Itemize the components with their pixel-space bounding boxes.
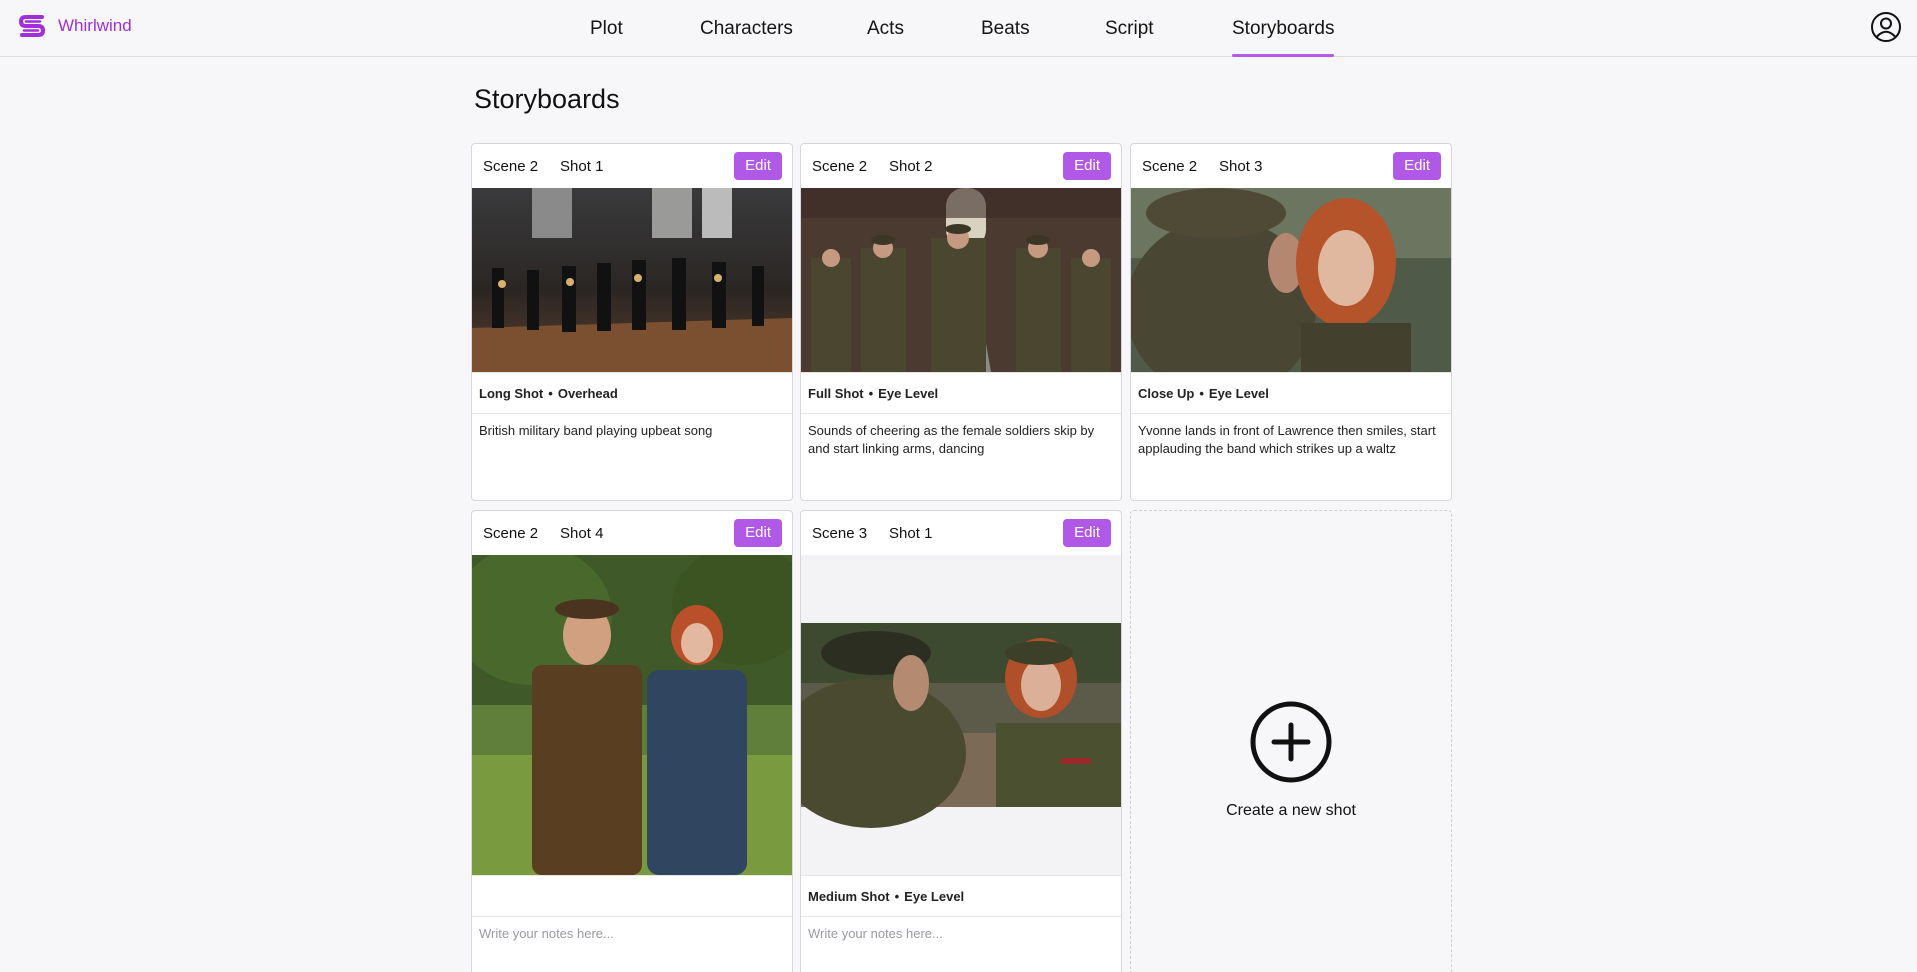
scene-label: Scene 2 xyxy=(483,157,539,175)
user-account-icon[interactable] xyxy=(1870,11,1902,43)
shot-notes[interactable]: British military band playing upbeat son… xyxy=(472,414,792,448)
whirlwind-logo-icon xyxy=(18,15,46,37)
plus-circle-icon xyxy=(1250,701,1332,783)
edit-button[interactable]: Edit xyxy=(734,152,782,180)
card-header: Scene 2 Shot 2 Edit xyxy=(801,144,1121,188)
shot-label: Shot 4 xyxy=(560,524,604,542)
card-header: Scene 2 Shot 4 Edit xyxy=(472,511,792,555)
shot-notes[interactable]: Yvonne lands in front of Lawrence then s… xyxy=(1131,414,1451,466)
camera-angle: Eye Level xyxy=(904,888,965,904)
meta-separator: • xyxy=(548,385,553,401)
shot-notes-input[interactable]: Write your notes here... xyxy=(801,917,1121,951)
shot-image[interactable] xyxy=(801,555,1121,875)
card-header: Scene 2 Shot 3 Edit xyxy=(1131,144,1451,188)
shot-type-angle: Full Shot • Eye Level xyxy=(801,372,1121,414)
shot-label: Shot 1 xyxy=(560,157,604,175)
nav-plot[interactable]: Plot xyxy=(590,0,623,57)
camera-angle: Eye Level xyxy=(878,385,939,401)
scene-label: Scene 2 xyxy=(1142,157,1198,175)
scene-label: Scene 2 xyxy=(812,157,868,175)
storyboard-card: Scene 2 Shot 3 Edit Close Up • Eye Level… xyxy=(1130,143,1452,501)
app-name: Whirlwind xyxy=(58,16,132,35)
shot-type-angle: Close Up • Eye Level xyxy=(1131,372,1451,414)
shot-type-angle: Medium Shot • Eye Level xyxy=(801,875,1121,917)
shot-type: Long Shot xyxy=(479,385,544,401)
page-title: Storyboards xyxy=(474,84,620,114)
camera-angle: Overhead xyxy=(557,385,618,401)
shot-notes-input[interactable]: Write your notes here... xyxy=(472,917,792,951)
nav-beats[interactable]: Beats xyxy=(981,0,1030,57)
meta-separator: • xyxy=(1199,385,1204,401)
shot-type: Medium Shot xyxy=(808,888,890,904)
storyboard-card: Scene 3 Shot 1 Edit Medium Shot • Eye Le… xyxy=(800,510,1122,972)
nav-characters[interactable]: Characters xyxy=(700,0,793,57)
top-navigation-bar: Whirlwind Plot Characters Acts Beats Scr… xyxy=(0,0,1917,57)
card-header: Scene 2 Shot 1 Edit xyxy=(472,144,792,188)
storyboard-card: Scene 2 Shot 1 Edit Long Shot • Overhead… xyxy=(471,143,793,501)
shot-label: Shot 3 xyxy=(1219,157,1263,175)
shot-type-angle: Long Shot • Overhead xyxy=(472,372,792,414)
shot-notes[interactable]: Sounds of cheering as the female soldier… xyxy=(801,414,1121,466)
shot-type: Full Shot xyxy=(808,385,864,401)
shot-image[interactable] xyxy=(801,188,1121,372)
nav-acts[interactable]: Acts xyxy=(867,0,904,57)
create-new-shot-label: Create a new shot xyxy=(1226,802,1356,819)
scene-label: Scene 2 xyxy=(483,524,539,542)
edit-button[interactable]: Edit xyxy=(1393,152,1441,180)
meta-separator: • xyxy=(868,385,874,401)
shot-type-angle xyxy=(472,875,792,917)
edit-button[interactable]: Edit xyxy=(734,519,782,547)
nav-storyboards[interactable]: Storyboards xyxy=(1232,0,1335,57)
shot-image[interactable] xyxy=(472,555,792,875)
shot-type: Close Up xyxy=(1138,385,1195,401)
edit-button[interactable]: Edit xyxy=(1063,152,1111,180)
shot-image[interactable] xyxy=(472,188,792,372)
card-header: Scene 3 Shot 1 Edit xyxy=(801,511,1121,555)
app-logo[interactable]: Whirlwind xyxy=(18,14,132,38)
shot-image[interactable] xyxy=(1131,188,1451,372)
create-new-shot-card[interactable]: Create a new shot xyxy=(1130,510,1452,972)
storyboard-card: Scene 2 Shot 4 Edit Write your notes her… xyxy=(471,510,793,972)
storyboard-card: Scene 2 Shot 2 Edit Full Shot • Eye Leve… xyxy=(800,143,1122,501)
camera-angle: Eye Level xyxy=(1208,385,1269,401)
scene-label: Scene 3 xyxy=(812,524,868,542)
shot-label: Shot 1 xyxy=(889,524,933,542)
shot-label: Shot 2 xyxy=(889,157,933,175)
edit-button[interactable]: Edit xyxy=(1063,519,1111,547)
meta-separator: • xyxy=(894,888,900,904)
nav-script[interactable]: Script xyxy=(1105,0,1154,57)
